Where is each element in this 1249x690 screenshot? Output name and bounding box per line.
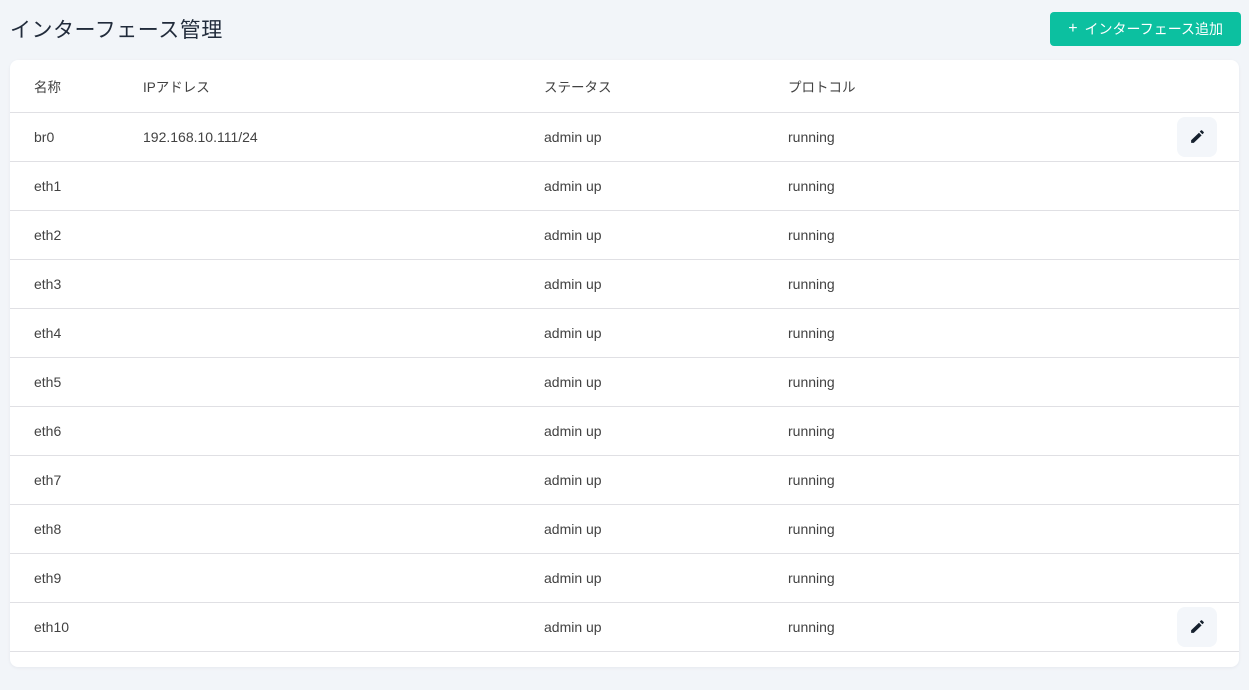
cell-ip [143, 504, 544, 554]
cell-actions [1147, 259, 1239, 309]
cell-actions [1147, 455, 1239, 505]
table-row: eth1 admin up running [10, 161, 1239, 211]
cell-ip: 192.168.10.111/24 [143, 112, 544, 162]
edit-interface-button[interactable] [1177, 116, 1217, 157]
table-row: eth5 admin up running [10, 357, 1239, 407]
cell-protocol: running [788, 161, 1147, 211]
cell-name: eth10 [10, 602, 143, 652]
cell-ip [143, 210, 544, 260]
table-row: eth3 admin up running [10, 259, 1239, 309]
pencil-icon [1190, 620, 1204, 633]
pencil-icon [1190, 130, 1204, 143]
cell-actions [1147, 308, 1239, 358]
add-interface-button[interactable]: + インターフェース追加 [1050, 12, 1241, 46]
table-row: eth4 admin up running [10, 308, 1239, 358]
cell-name: eth6 [10, 406, 143, 456]
cell-actions [1147, 504, 1239, 554]
col-header-status: ステータス [544, 60, 788, 113]
cell-protocol: running [788, 504, 1147, 554]
cell-status: admin up [544, 455, 788, 505]
cell-actions [1147, 553, 1239, 603]
page-header: インターフェース管理 + インターフェース追加 [0, 0, 1249, 60]
cell-ip [143, 259, 544, 309]
cell-actions [1147, 357, 1239, 407]
cell-ip [143, 357, 544, 407]
cell-protocol: running [788, 357, 1147, 407]
cell-name: eth3 [10, 259, 143, 309]
cell-protocol: running [788, 210, 1147, 260]
table-row: br0 192.168.10.111/24 admin up running [10, 112, 1239, 162]
cell-protocol: running [788, 455, 1147, 505]
cell-actions [1147, 112, 1239, 162]
cell-status: admin up [544, 259, 788, 309]
cell-status: admin up [544, 308, 788, 358]
cell-ip [143, 308, 544, 358]
cell-actions [1147, 602, 1239, 652]
cell-protocol: running [788, 308, 1147, 358]
cell-ip [143, 455, 544, 505]
cell-ip [143, 161, 544, 211]
cell-status: admin up [544, 357, 788, 407]
cell-status: admin up [544, 406, 788, 456]
cell-protocol: running [788, 602, 1147, 652]
cell-ip [143, 602, 544, 652]
cell-name: eth4 [10, 308, 143, 358]
cell-ip [143, 406, 544, 456]
cell-status: admin up [544, 210, 788, 260]
table-row: eth6 admin up running [10, 406, 1239, 456]
cell-actions [1147, 161, 1239, 211]
cell-ip [143, 553, 544, 603]
table-row: eth7 admin up running [10, 455, 1239, 505]
cell-name: eth5 [10, 357, 143, 407]
cell-protocol: running [788, 406, 1147, 456]
cell-name: eth1 [10, 161, 143, 211]
cell-status: admin up [544, 504, 788, 554]
interface-table: 名称 IPアドレス ステータス プロトコル br0 192.168.10.111… [10, 60, 1239, 652]
cell-protocol: running [788, 553, 1147, 603]
cell-status: admin up [544, 112, 788, 162]
col-header-actions [1147, 60, 1239, 113]
table-row: eth8 admin up running [10, 504, 1239, 554]
cell-name: eth9 [10, 553, 143, 603]
page-title: インターフェース管理 [10, 19, 223, 42]
cell-protocol: running [788, 259, 1147, 309]
edit-interface-button[interactable] [1177, 606, 1217, 647]
interface-table-card: 名称 IPアドレス ステータス プロトコル br0 192.168.10.111… [10, 60, 1239, 667]
cell-actions [1147, 406, 1239, 456]
add-interface-label: インターフェース追加 [1084, 21, 1223, 37]
cell-actions [1147, 210, 1239, 260]
plus-icon: + [1068, 20, 1078, 37]
table-row: eth10 admin up running [10, 602, 1239, 652]
cell-name: eth7 [10, 455, 143, 505]
cell-name: br0 [10, 112, 143, 162]
table-row: eth9 admin up running [10, 553, 1239, 603]
cell-status: admin up [544, 161, 788, 211]
col-header-ip: IPアドレス [143, 60, 544, 113]
cell-status: admin up [544, 602, 788, 652]
table-header-row: 名称 IPアドレス ステータス プロトコル [10, 60, 1239, 113]
table-row: eth2 admin up running [10, 210, 1239, 260]
cell-name: eth8 [10, 504, 143, 554]
col-header-name: 名称 [10, 60, 143, 113]
cell-status: admin up [544, 553, 788, 603]
cell-protocol: running [788, 112, 1147, 162]
cell-name: eth2 [10, 210, 143, 260]
col-header-protocol: プロトコル [788, 60, 1147, 113]
